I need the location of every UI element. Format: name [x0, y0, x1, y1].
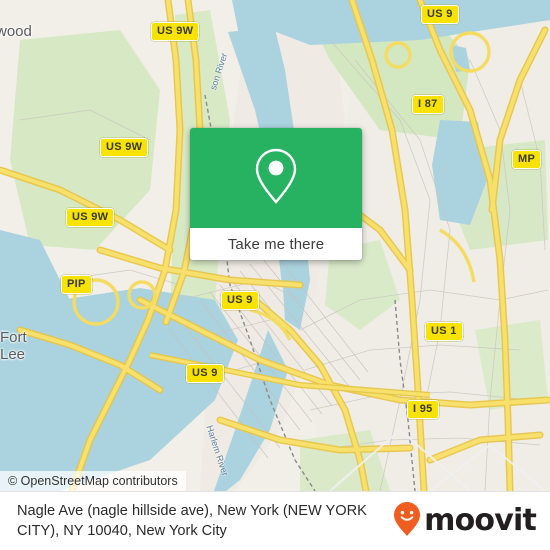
osm-attribution[interactable]: © OpenStreetMap contributors — [0, 471, 186, 491]
screenshot-root: wood Fort Lee son River Harlem River US … — [0, 0, 550, 550]
address-label: Nagle Ave (nagle hillside ave), New York… — [17, 503, 367, 539]
place-label: Lee — [0, 346, 26, 363]
highway-shield: PIP — [61, 275, 92, 294]
highway-shield: US 9W — [151, 22, 200, 41]
map-pin-icon — [252, 147, 300, 210]
moovit-logo[interactable]: moovit — [392, 501, 550, 542]
bottom-info-bar: Nagle Ave (nagle hillside ave), New York… — [0, 491, 550, 550]
moovit-pin-icon — [392, 501, 422, 542]
moovit-wordmark: moovit — [424, 503, 537, 538]
highway-shield: US 1 — [425, 322, 463, 341]
highway-shield: I 87 — [412, 95, 444, 114]
highway-shield: MP — [512, 150, 542, 169]
highway-shield: I 95 — [407, 400, 439, 419]
take-me-there-button[interactable]: Take me there — [190, 228, 362, 260]
location-popup-card[interactable]: Take me there — [190, 128, 362, 260]
highway-shield: US 9 — [421, 5, 459, 24]
map-canvas[interactable]: wood Fort Lee son River Harlem River US … — [0, 0, 550, 491]
highway-shield: US 9 — [221, 291, 259, 310]
highway-shield: US 9 — [186, 364, 224, 383]
highway-shield: US 9W — [100, 138, 149, 157]
popup-image-area — [190, 128, 362, 228]
place-label: Fort — [0, 329, 27, 346]
place-label: wood — [0, 23, 32, 40]
highway-shield: US 9W — [66, 208, 115, 227]
